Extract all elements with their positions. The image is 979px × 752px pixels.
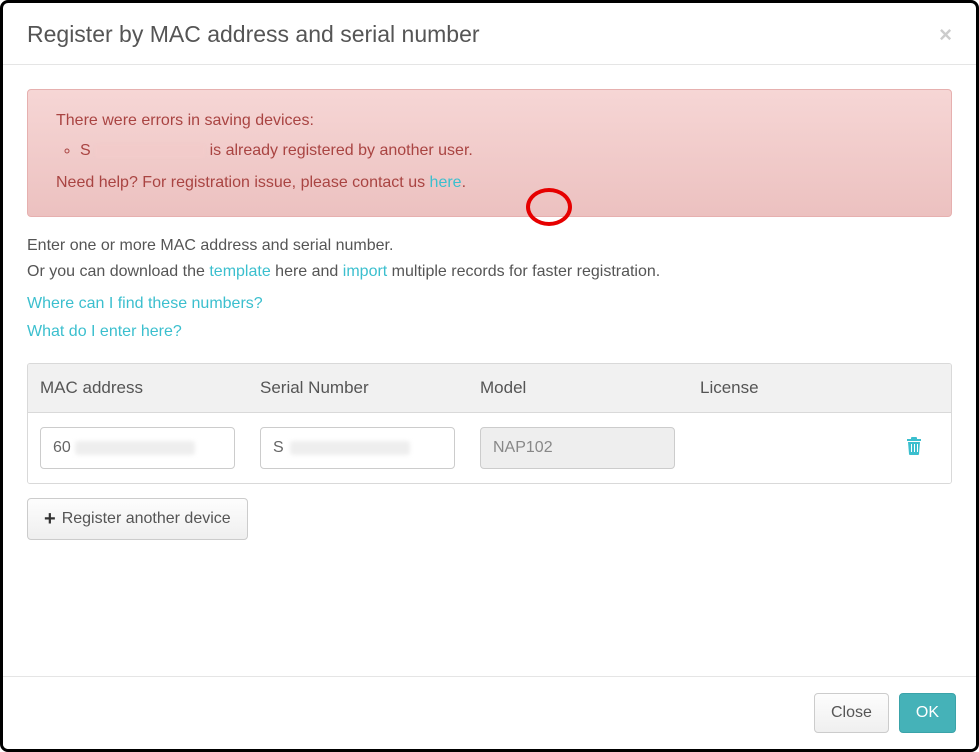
register-dialog: Register by MAC address and serial numbe… [0, 0, 979, 752]
ok-button[interactable]: OK [899, 693, 956, 733]
plus-icon: + [44, 508, 56, 531]
close-button[interactable]: Close [814, 693, 889, 733]
help-link-find-numbers[interactable]: Where can I find these numbers? [27, 295, 952, 313]
error-item-prefix: S [80, 142, 91, 159]
col-header-serial: Serial Number [260, 378, 480, 398]
col-header-model: Model [480, 378, 700, 398]
col-header-mac: MAC address [40, 378, 260, 398]
help-link-what-enter[interactable]: What do I enter here? [27, 323, 952, 341]
error-item-suffix: is already registered by another user. [210, 142, 473, 159]
col-header-license: License [700, 378, 889, 398]
error-help-before: Need help? For registration issue, pleas… [56, 174, 430, 191]
annotation-circle [526, 188, 572, 226]
add-device-label: Register another device [62, 510, 231, 528]
table-header-row: MAC address Serial Number Model License [28, 364, 951, 413]
model-field: NAP102 [480, 427, 675, 469]
register-another-device-button[interactable]: + Register another device [27, 498, 248, 540]
table-row: 60 S NAP102 [28, 413, 951, 483]
error-item: S is already registered by another user. [80, 142, 923, 160]
error-help-line: Need help? For registration issue, pleas… [56, 174, 923, 192]
error-list: S is already registered by another user. [80, 142, 923, 160]
dialog-header: Register by MAC address and serial numbe… [3, 3, 976, 65]
intro-line2-mid: here and [271, 263, 343, 280]
contact-us-link[interactable]: here [430, 174, 462, 191]
redacted-serial [95, 144, 205, 158]
intro-line-1: Enter one or more MAC address and serial… [27, 237, 952, 255]
close-icon[interactable]: × [939, 22, 952, 48]
intro-line2-before: Or you can download the [27, 263, 209, 280]
serial-input[interactable]: S [260, 427, 455, 469]
dialog-footer: Close OK [3, 676, 976, 749]
error-help-after: . [462, 174, 466, 191]
error-alert: There were errors in saving devices: S i… [27, 89, 952, 217]
serial-redacted [290, 441, 410, 455]
mac-redacted [75, 441, 195, 455]
trash-icon[interactable] [906, 439, 922, 459]
mac-value-prefix: 60 [53, 439, 71, 457]
dialog-body: There were errors in saving devices: S i… [3, 65, 976, 560]
device-table: MAC address Serial Number Model License … [27, 363, 952, 484]
intro-line2-after: multiple records for faster registration… [387, 263, 660, 280]
import-link[interactable]: import [343, 263, 387, 280]
template-link[interactable]: template [209, 263, 270, 280]
serial-value-prefix: S [273, 439, 284, 457]
mac-input[interactable]: 60 [40, 427, 235, 469]
error-alert-title: There were errors in saving devices: [56, 112, 923, 130]
dialog-title: Register by MAC address and serial numbe… [27, 21, 480, 48]
intro-line-2: Or you can download the template here an… [27, 263, 952, 281]
